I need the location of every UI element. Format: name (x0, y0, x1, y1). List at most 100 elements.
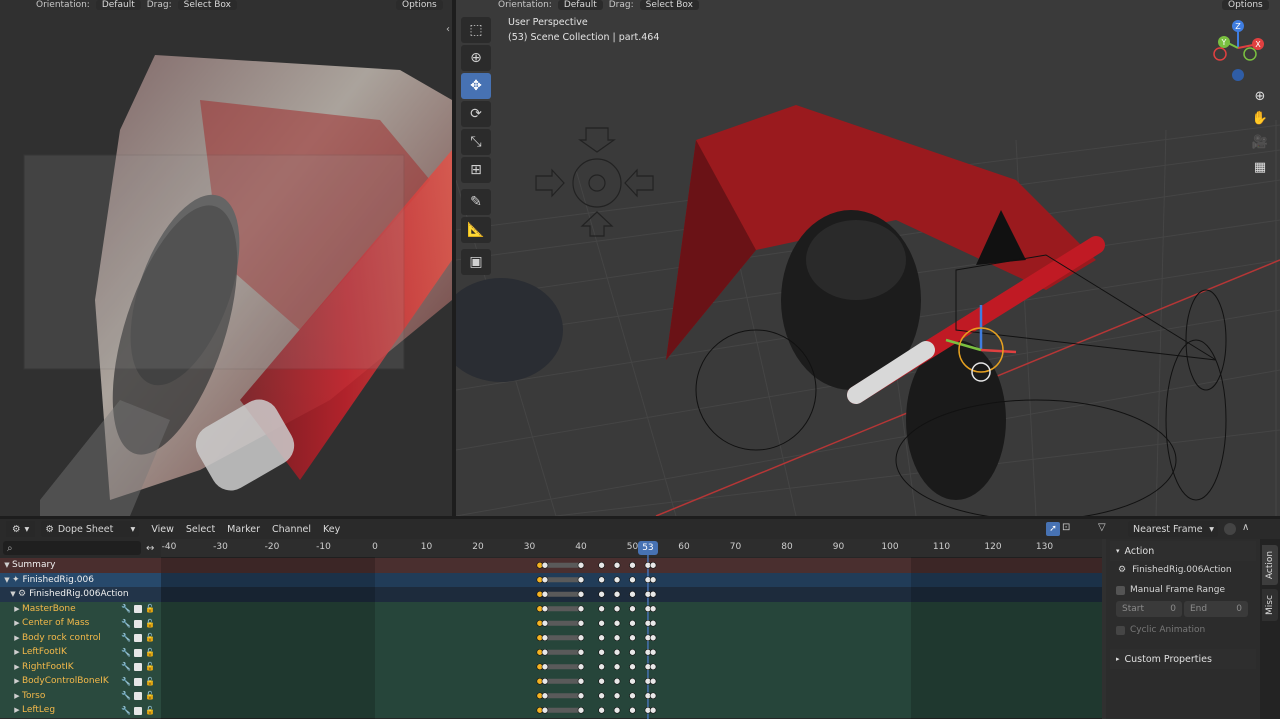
camera-icon[interactable]: 🎥 (1250, 132, 1270, 152)
channel-checkbox[interactable] (133, 706, 142, 715)
channel-row[interactable]: ▼ ⚙ FinishedRig.006Action (0, 587, 161, 602)
options-dropdown[interactable]: Options (396, 0, 443, 10)
expand-arrow-icon[interactable]: ▶ (12, 648, 22, 656)
orientation-label: Orientation: (36, 0, 90, 10)
expand-arrow-icon[interactable]: ▶ (12, 634, 22, 642)
menu-select[interactable]: Select (186, 524, 215, 535)
channel-checkbox[interactable] (133, 692, 142, 701)
expand-arrow-icon[interactable]: ▶ (12, 605, 22, 613)
wrench-icon[interactable]: 🔧 (121, 706, 131, 715)
wrench-icon[interactable]: 🔧 (121, 633, 131, 642)
swap-arrows-icon[interactable]: ↔ (146, 543, 154, 554)
zoom-icon[interactable]: ⊕ (1250, 86, 1270, 106)
wrench-icon[interactable]: 🔧 (121, 604, 131, 613)
wrench-icon[interactable]: 🔧 (121, 662, 131, 671)
expand-arrow-icon[interactable]: ▼ (2, 561, 12, 569)
lock-icon[interactable]: 🔓 (145, 633, 155, 642)
keyframe (541, 634, 549, 642)
lock-icon[interactable]: 🔓 (145, 619, 155, 628)
wrench-icon[interactable]: 🔧 (121, 691, 131, 700)
filter-icon[interactable]: ▽ (1098, 522, 1106, 533)
orientation-dropdown[interactable]: Default (95, 0, 141, 10)
lock-icon[interactable]: 🔓 (145, 604, 155, 613)
lock-icon[interactable]: 🔓 (145, 706, 155, 715)
channel-row[interactable]: ▶ Body rock control 🔧 🔓 (0, 630, 161, 645)
falloff-icon[interactable]: ∧ (1242, 522, 1249, 533)
end-field[interactable]: End 0 (1184, 601, 1248, 617)
cyclic-row[interactable]: Cyclic Animation (1116, 625, 1205, 635)
expand-arrow-icon[interactable]: ▶ (12, 663, 22, 671)
select-box-tool-icon[interactable]: ⬚ (461, 17, 491, 43)
expand-arrow-icon[interactable]: ▼ (2, 576, 12, 584)
menu-channel[interactable]: Channel (272, 524, 311, 535)
channel-checkbox[interactable] (133, 677, 142, 686)
annotate-tool-icon[interactable]: ✎ (461, 189, 491, 215)
drag-dropdown[interactable]: Select Box (639, 0, 699, 10)
wrench-icon[interactable]: 🔧 (121, 648, 131, 657)
add-cube-tool-icon[interactable]: ▣ (461, 249, 491, 275)
keyframe-area[interactable]: -40 -30 -20 -10 0 10 20 30 40 50 60 70 80 90 100 110 120… (161, 539, 1102, 719)
channel-row[interactable]: ▶ Center of Mass 🔧 🔓 (0, 616, 161, 631)
action-name-row[interactable]: ⚙ FinishedRig.006Action (1118, 565, 1232, 575)
navigation-gizmo[interactable]: Z X Y (1210, 18, 1274, 82)
channel-row[interactable]: ▶ LeftFootIK 🔧 🔓 (0, 645, 161, 660)
channel-checkbox[interactable] (133, 605, 142, 614)
dope-sheet-editor[interactable]: ⚙ ▾ ⚙ Dope Sheet ▾ View Select Marker Cha… (0, 519, 1280, 719)
tab-action[interactable]: Action (1262, 545, 1278, 585)
hand-icon[interactable]: ✋ (1250, 108, 1270, 128)
channel-checkbox[interactable] (133, 619, 142, 628)
wrench-icon[interactable]: 🔧 (121, 619, 131, 628)
channel-row[interactable]: ▶ BodyControlBoneIK 🔧 🔓 (0, 674, 161, 689)
menu-marker[interactable]: Marker (227, 524, 260, 535)
lock-icon[interactable]: 🔓 (145, 691, 155, 700)
cyclic-checkbox[interactable] (1116, 625, 1125, 635)
lock-icon[interactable]: 🔓 (145, 662, 155, 671)
channel-row[interactable]: ▼ Summary (0, 558, 161, 573)
transform-tool-icon[interactable]: ⊞ (461, 157, 491, 183)
camera-viewport[interactable]: Orientation: Default Drag: Select Box Op… (0, 0, 452, 516)
channel-checkbox[interactable] (133, 648, 142, 657)
3d-viewport[interactable]: Orientation: Default Drag: Select Box Op… (456, 0, 1280, 516)
mode-dropdown[interactable]: ⚙ Dope Sheet ▾ (41, 521, 140, 537)
expand-arrow-icon[interactable]: ▼ (8, 590, 18, 598)
channel-row[interactable]: ▶ RightFootIK 🔧 🔓 (0, 659, 161, 674)
show-hidden-icon[interactable]: ⊡ (1062, 522, 1070, 533)
channel-row[interactable]: ▼ ✦ FinishedRig.006 (0, 572, 161, 587)
expand-arrow-icon[interactable]: ▶ (12, 619, 22, 627)
wrench-icon[interactable]: 🔧 (121, 677, 131, 686)
drag-dropdown[interactable]: Select Box (177, 0, 237, 10)
channel-row[interactable]: ▶ MasterBone 🔧 🔓 (0, 601, 161, 616)
snapping-dropdown[interactable]: Nearest Frame ▾ (1128, 521, 1218, 537)
action-panel-header[interactable]: ▾ Action (1110, 541, 1256, 561)
rotate-tool-icon[interactable]: ⟳ (461, 101, 491, 127)
move-tool-icon[interactable]: ✥ (461, 73, 491, 99)
channel-search-input[interactable]: ⌕ (3, 541, 141, 555)
lock-icon[interactable]: 🔓 (145, 648, 155, 657)
tab-misc[interactable]: Misc (1262, 589, 1278, 621)
expand-arrow-icon[interactable]: ▶ (12, 706, 22, 714)
channel-row[interactable]: ▶ Torso 🔧 🔓 (0, 688, 161, 703)
start-field[interactable]: Start 0 (1116, 601, 1182, 617)
custom-properties-header[interactable]: ▸ Custom Properties (1110, 649, 1256, 669)
lock-icon[interactable]: 🔓 (145, 677, 155, 686)
proportional-edit-icon[interactable] (1224, 523, 1236, 535)
manual-range-checkbox[interactable] (1116, 585, 1125, 595)
expand-arrow-icon[interactable]: ▶ (12, 692, 22, 700)
channel-checkbox[interactable] (133, 663, 142, 672)
channel-checkbox[interactable] (133, 634, 142, 643)
orientation-dropdown[interactable]: Default (557, 0, 603, 10)
grid-icon[interactable]: ▦ (1250, 157, 1270, 177)
expand-arrow-icon[interactable]: ▶ (12, 677, 22, 685)
scale-tool-icon[interactable]: ⤡ (461, 129, 491, 155)
manual-range-row[interactable]: Manual Frame Range (1116, 585, 1225, 595)
editor-type-dropdown[interactable]: ⚙ ▾ (6, 521, 36, 537)
measure-tool-icon[interactable]: 📐 (461, 217, 491, 243)
only-selected-icon[interactable]: ➚ (1046, 522, 1060, 536)
channel-row[interactable]: ▶ LeftLeg 🔧 🔓 (0, 703, 161, 718)
options-dropdown[interactable]: Options (1222, 0, 1269, 10)
collapse-toolbar-arrow-icon[interactable]: ‹ (446, 24, 450, 35)
keyframe (577, 677, 585, 685)
menu-key[interactable]: Key (323, 524, 340, 535)
menu-view[interactable]: View (151, 524, 174, 535)
cursor-tool-icon[interactable]: ⊕ (461, 45, 491, 71)
